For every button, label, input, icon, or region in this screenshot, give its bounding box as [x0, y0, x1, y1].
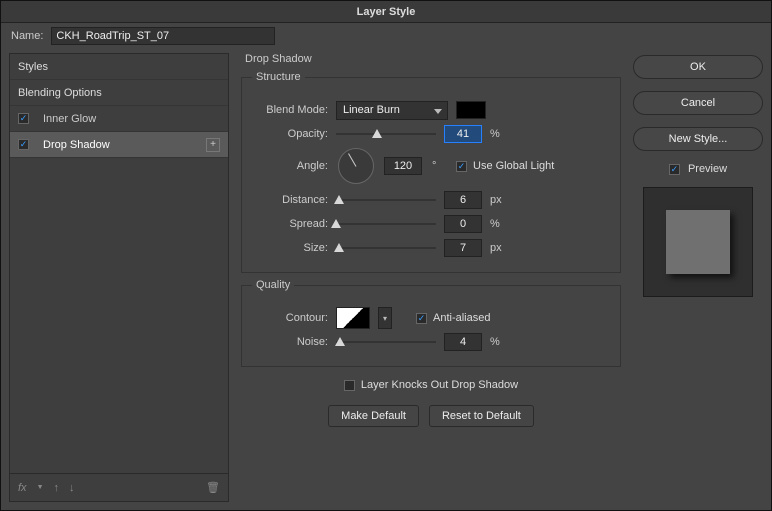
- quality-group: Quality Contour: ▾ Anti-aliased Noise:: [241, 285, 621, 367]
- titlebar: Layer Style: [1, 1, 771, 23]
- move-up-icon[interactable]: ↑: [54, 482, 60, 494]
- effect-row-drop-shadow[interactable]: Drop Shadow +: [10, 132, 228, 158]
- antialiased-label: Anti-aliased: [433, 312, 490, 324]
- effect-title: Drop Shadow: [241, 53, 621, 65]
- blending-options-row[interactable]: Blending Options: [10, 80, 228, 106]
- preview-thumbnail: [643, 187, 753, 297]
- opacity-input[interactable]: [444, 125, 482, 143]
- noise-input[interactable]: [444, 333, 482, 351]
- reset-default-button[interactable]: Reset to Default: [429, 405, 534, 427]
- styles-panel: Styles Blending Options Inner Glow Drop …: [9, 53, 229, 502]
- angle-label: Angle:: [258, 160, 328, 172]
- styles-footer: fx ▼ ↑ ↓ 🗑: [10, 473, 228, 501]
- knockout-label: Layer Knocks Out Drop Shadow: [361, 379, 518, 391]
- opacity-slider[interactable]: [336, 127, 436, 141]
- spread-unit: %: [490, 218, 504, 230]
- size-input[interactable]: [444, 239, 482, 257]
- structure-group: Structure Blend Mode: Linear Burn Opacit…: [241, 77, 621, 273]
- preview-swatch: [666, 210, 730, 274]
- effect-label: Inner Glow: [35, 113, 96, 125]
- size-label: Size:: [258, 242, 328, 254]
- preview-label: Preview: [688, 163, 727, 175]
- noise-unit: %: [490, 336, 504, 348]
- make-default-button[interactable]: Make Default: [328, 405, 419, 427]
- size-slider[interactable]: [336, 241, 436, 255]
- effect-settings-panel: Drop Shadow Structure Blend Mode: Linear…: [237, 53, 625, 502]
- contour-label: Contour:: [258, 312, 328, 324]
- fx-menu-icon[interactable]: fx: [18, 482, 27, 494]
- styles-header[interactable]: Styles: [10, 54, 228, 80]
- shadow-color-swatch[interactable]: [456, 101, 486, 119]
- knockout-checkbox[interactable]: [344, 380, 355, 391]
- spread-label: Spread:: [258, 218, 328, 230]
- opacity-unit: %: [490, 128, 504, 140]
- add-effect-icon[interactable]: +: [206, 138, 220, 152]
- spread-input[interactable]: [444, 215, 482, 233]
- move-down-icon[interactable]: ↓: [69, 482, 75, 494]
- blendmode-select[interactable]: Linear Burn: [336, 101, 448, 120]
- name-input[interactable]: [51, 27, 275, 45]
- distance-slider[interactable]: [336, 193, 436, 207]
- distance-unit: px: [490, 194, 504, 206]
- contour-dropdown-icon[interactable]: ▾: [378, 307, 392, 329]
- structure-legend: Structure: [252, 71, 305, 83]
- new-style-button[interactable]: New Style...: [633, 127, 763, 151]
- blendmode-label: Blend Mode:: [258, 104, 328, 116]
- ok-button[interactable]: OK: [633, 55, 763, 79]
- trash-icon[interactable]: 🗑: [206, 481, 220, 494]
- angle-unit: °: [432, 160, 446, 172]
- distance-label: Distance:: [258, 194, 328, 206]
- distance-input[interactable]: [444, 191, 482, 209]
- dialog-buttons: OK Cancel New Style... Preview: [633, 53, 763, 502]
- effect-checkbox[interactable]: [18, 139, 29, 150]
- noise-slider[interactable]: [336, 335, 436, 349]
- cancel-button[interactable]: Cancel: [633, 91, 763, 115]
- effect-row-inner-glow[interactable]: Inner Glow: [10, 106, 228, 132]
- noise-label: Noise:: [258, 336, 328, 348]
- global-light-checkbox[interactable]: [456, 161, 467, 172]
- name-label: Name:: [11, 30, 43, 42]
- dialog-title: Layer Style: [357, 6, 416, 18]
- name-row: Name:: [1, 23, 771, 49]
- effect-checkbox[interactable]: [18, 113, 29, 124]
- preview-checkbox[interactable]: [669, 164, 680, 175]
- opacity-label: Opacity:: [258, 128, 328, 140]
- contour-preview[interactable]: [336, 307, 370, 329]
- fx-menu-chevron-icon[interactable]: ▼: [37, 484, 44, 491]
- size-unit: px: [490, 242, 504, 254]
- antialiased-checkbox[interactable]: [416, 313, 427, 324]
- angle-dial[interactable]: [338, 148, 374, 184]
- angle-input[interactable]: [384, 157, 422, 175]
- layer-style-dialog: Layer Style Name: Styles Blending Option…: [0, 0, 772, 511]
- effect-label: Drop Shadow: [35, 139, 110, 151]
- quality-legend: Quality: [252, 279, 294, 291]
- spread-slider[interactable]: [336, 217, 436, 231]
- global-light-label: Use Global Light: [473, 160, 554, 172]
